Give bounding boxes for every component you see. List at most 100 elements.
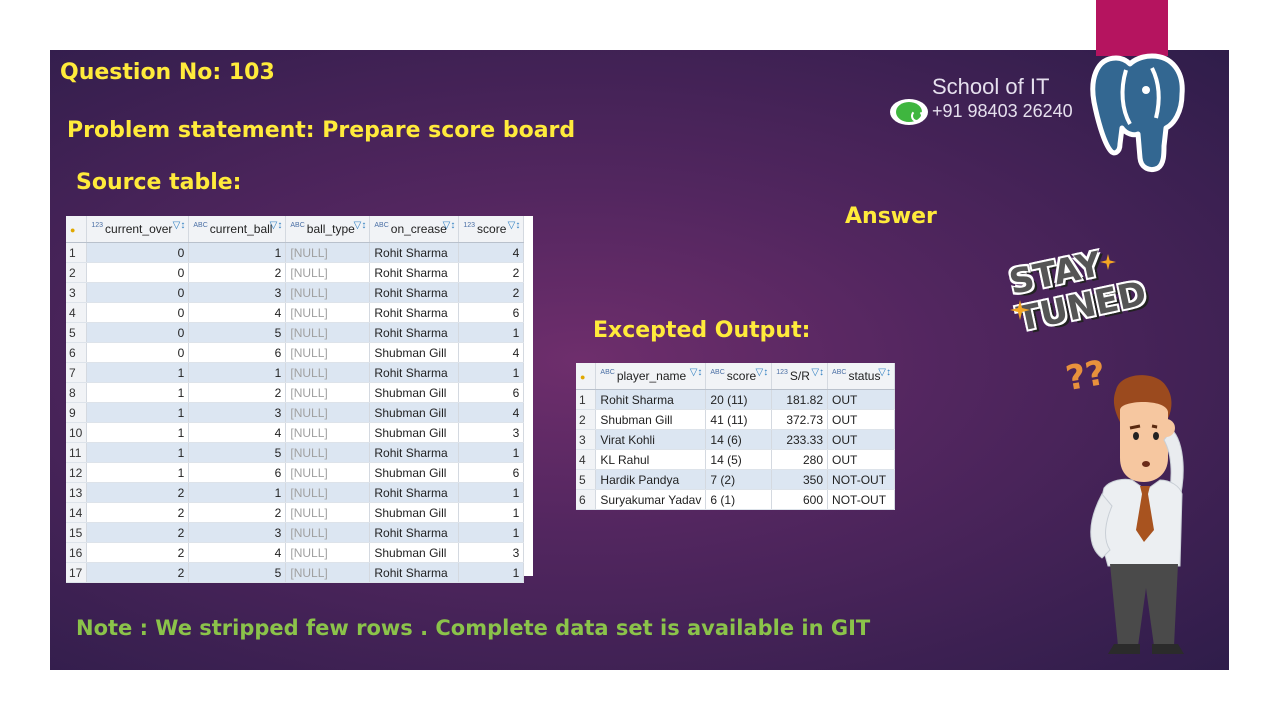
table-row[interactable]: 7 1 1 [NULL] Rohit Sharma 1 [66, 362, 525, 383]
type-icon: ABC [374, 222, 389, 229]
row-number[interactable]: 2 [66, 262, 88, 283]
row-number[interactable]: 15 [66, 522, 88, 543]
column-header[interactable]: ABC on_crease ▽↕ [369, 216, 460, 243]
table-cell: 6 [188, 342, 287, 363]
table-row[interactable]: 4 0 4 [NULL] Rohit Sharma 6 [66, 302, 525, 323]
table-row[interactable]: 8 1 2 [NULL] Shubman Gill 6 [66, 382, 525, 403]
filter-sort-icon[interactable]: ▽↕ [270, 220, 283, 231]
source-table[interactable]: ● 123 current_over ▽↕ ABC current_ball ▽↕ ABC ba… [66, 216, 533, 583]
column-name: S/R [789, 369, 810, 383]
row-number[interactable]: 6 [576, 489, 597, 510]
table-cell: 600 [771, 489, 829, 510]
row-number[interactable]: 2 [576, 409, 597, 430]
row-number[interactable]: 5 [66, 322, 88, 343]
source-table-grid: ● 123 current_over ▽↕ ABC current_ball ▽↕ ABC ba… [66, 216, 525, 583]
row-number[interactable]: 9 [66, 402, 88, 423]
output-table[interactable]: ● ABC player_name ▽↕ ABC score ▽↕ 123 S/R ▽↕ ABC st… [576, 363, 895, 510]
table-row[interactable]: 2 Shubman Gill 41 (11) 372.73 OUT [576, 409, 895, 430]
column-header[interactable]: ABC player_name ▽↕ [595, 363, 707, 390]
column-header[interactable]: ABC ball_type ▽↕ [285, 216, 371, 243]
type-icon: ABC [600, 369, 615, 376]
table-cell: 6 (1) [705, 489, 773, 510]
row-number[interactable]: 1 [576, 389, 597, 410]
row-number[interactable]: 5 [576, 469, 597, 490]
row-number[interactable]: 16 [66, 542, 88, 563]
table-cell: 1 [86, 462, 190, 483]
row-number[interactable]: 12 [66, 462, 88, 483]
table-cell: 3 [458, 542, 525, 563]
row-number[interactable]: 8 [66, 382, 88, 403]
table-cell: Shubman Gill [369, 382, 460, 403]
column-header[interactable]: ABC current_ball ▽↕ [188, 216, 287, 243]
table-row[interactable]: 6 0 6 [NULL] Shubman Gill 4 [66, 342, 525, 363]
row-number[interactable]: 13 [66, 482, 88, 503]
filter-sort-icon[interactable]: ▽↕ [756, 367, 769, 378]
column-header[interactable]: ABC status ▽↕ [827, 363, 895, 390]
column-name: on_crease [390, 222, 447, 236]
column-header[interactable]: 123 current_over ▽↕ [86, 216, 190, 243]
corner-cell[interactable]: ● [576, 363, 597, 390]
table-row[interactable]: 1 0 1 [NULL] Rohit Sharma 4 [66, 242, 525, 263]
table-row[interactable]: 2 0 2 [NULL] Rohit Sharma 2 [66, 262, 525, 283]
table-cell: OUT [827, 449, 895, 470]
table-row[interactable]: 3 Virat Kohli 14 (6) 233.33 OUT [576, 429, 895, 450]
table-cell: 2 [86, 542, 190, 563]
column-header[interactable]: ABC score ▽↕ [705, 363, 773, 390]
corner-cell[interactable]: ● [66, 216, 88, 243]
table-cell: 5 [188, 322, 287, 343]
filter-sort-icon[interactable]: ▽↕ [690, 367, 703, 378]
table-row[interactable]: 12 1 6 [NULL] Shubman Gill 6 [66, 462, 525, 483]
filter-sort-icon[interactable]: ▽↕ [878, 367, 891, 378]
filter-sort-icon[interactable]: ▽↕ [508, 220, 521, 231]
row-number[interactable]: 6 [66, 342, 88, 363]
table-cell: [NULL] [285, 422, 371, 443]
table-row[interactable]: 17 2 5 [NULL] Rohit Sharma 1 [66, 562, 525, 583]
row-number[interactable]: 17 [66, 562, 88, 583]
row-number[interactable]: 14 [66, 502, 88, 523]
table-cell: 4 [188, 302, 287, 323]
row-number[interactable]: 4 [576, 449, 597, 470]
table-cell: Shubman Gill [369, 462, 460, 483]
table-row[interactable]: 9 1 3 [NULL] Shubman Gill 4 [66, 402, 525, 423]
table-cell: 6 [188, 462, 287, 483]
row-number[interactable]: 7 [66, 362, 88, 383]
filter-sort-icon[interactable]: ▽↕ [354, 220, 367, 231]
table-row[interactable]: 1 Rohit Sharma 20 (11) 181.82 OUT [576, 389, 895, 410]
table-cell: 181.82 [771, 389, 829, 410]
row-number[interactable]: 3 [576, 429, 597, 450]
table-row[interactable]: 11 1 5 [NULL] Rohit Sharma 1 [66, 442, 525, 463]
table-row[interactable]: 14 2 2 [NULL] Shubman Gill 1 [66, 502, 525, 523]
row-number[interactable]: 3 [66, 282, 88, 303]
table-row[interactable]: 6 Suryakumar Yadav 6 (1) 600 NOT-OUT [576, 489, 895, 510]
type-icon: ABC [710, 369, 725, 376]
table-row[interactable]: 4 KL Rahul 14 (5) 280 OUT [576, 449, 895, 470]
row-number[interactable]: 4 [66, 302, 88, 323]
table-row[interactable]: 13 2 1 [NULL] Rohit Sharma 1 [66, 482, 525, 503]
filter-sort-icon[interactable]: ▽↕ [443, 220, 456, 231]
table-cell: 1 [86, 442, 190, 463]
table-row[interactable]: 5 Hardik Pandya 7 (2) 350 NOT-OUT [576, 469, 895, 490]
table-row[interactable]: 5 0 5 [NULL] Rohit Sharma 1 [66, 322, 525, 343]
table-cell: 372.73 [771, 409, 829, 430]
row-number[interactable]: 1 [66, 242, 88, 263]
row-number[interactable]: 11 [66, 442, 88, 463]
table-cell: 14 (5) [705, 449, 773, 470]
filter-sort-icon[interactable]: ▽↕ [811, 367, 824, 378]
filter-sort-icon[interactable]: ▽↕ [173, 220, 186, 231]
type-icon: 123 [91, 222, 104, 229]
table-row[interactable]: 15 2 3 [NULL] Rohit Sharma 1 [66, 522, 525, 543]
table-cell: 2 [188, 262, 287, 283]
column-header[interactable]: 123 S/R ▽↕ [771, 363, 829, 390]
row-number[interactable]: 10 [66, 422, 88, 443]
table-cell: 5 [188, 442, 287, 463]
sparkle-icon [1010, 300, 1030, 320]
table-cell: 41 (11) [705, 409, 773, 430]
table-row[interactable]: 10 1 4 [NULL] Shubman Gill 3 [66, 422, 525, 443]
table-row[interactable]: 16 2 4 [NULL] Shubman Gill 3 [66, 542, 525, 563]
table-cell: 233.33 [771, 429, 829, 450]
table-row[interactable]: 3 0 3 [NULL] Rohit Sharma 2 [66, 282, 525, 303]
table-cell: Rohit Sharma [369, 322, 460, 343]
table-cell: [NULL] [285, 382, 371, 403]
table-cell: OUT [827, 429, 895, 450]
column-header[interactable]: 123 score ▽↕ [458, 216, 525, 243]
